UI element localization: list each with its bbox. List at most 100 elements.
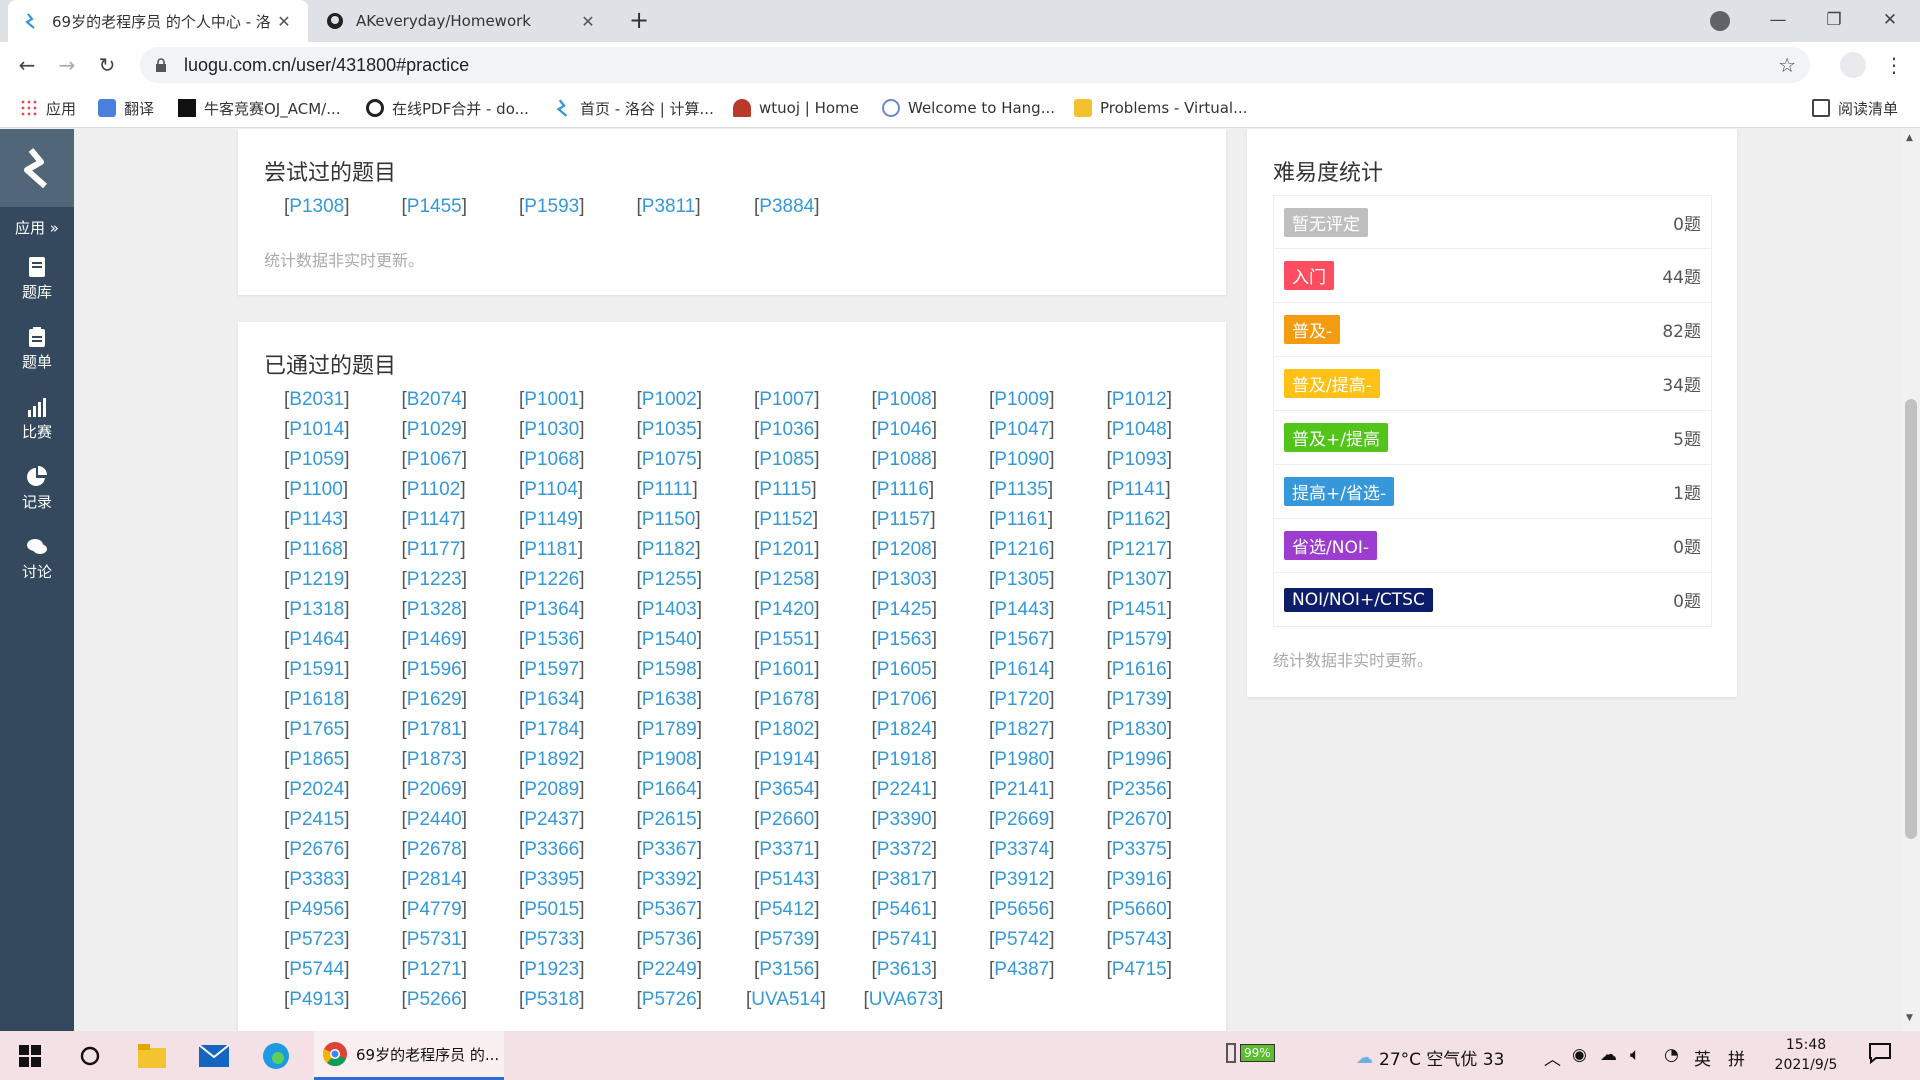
problem-link[interactable]: [P1634] (519, 689, 585, 711)
sidebar-item-training[interactable]: 题单 (0, 325, 74, 372)
reading-list[interactable]: 阅读清单 (1812, 97, 1898, 119)
file-explorer-icon[interactable] (136, 1040, 168, 1072)
problem-link[interactable]: [P1540] (637, 629, 703, 651)
problem-link[interactable]: [P1001] (519, 389, 585, 411)
problem-link[interactable]: [P1216] (989, 539, 1055, 561)
problem-link[interactable]: [P2437] (519, 809, 585, 831)
problem-link[interactable]: [P3916] (1107, 869, 1173, 891)
problem-link[interactable]: [P4715] (1107, 959, 1173, 981)
problem-link[interactable]: [P1598] (637, 659, 703, 681)
problem-link[interactable]: [P3912] (989, 869, 1055, 891)
scroll-thumb[interactable] (1905, 399, 1917, 839)
problem-link[interactable]: [P1616] (1107, 659, 1173, 681)
problem-link[interactable]: [P1181] (519, 539, 583, 561)
problem-link[interactable]: [P1149] (519, 509, 583, 531)
problem-link[interactable]: [P1157] (872, 509, 936, 531)
problem-link[interactable]: [P3367] (637, 839, 703, 861)
problem-link[interactable]: [P1308] (284, 196, 350, 218)
problem-link[interactable]: [P1403] (637, 599, 703, 621)
problem-link[interactable]: [P5461] (872, 899, 938, 921)
problem-link[interactable]: [P4913] (284, 989, 350, 1011)
close-window-icon[interactable]: ✕ (1862, 0, 1918, 42)
problem-link[interactable]: [P1464] (284, 629, 350, 651)
problem-link[interactable]: [P1443] (989, 599, 1055, 621)
problem-link[interactable]: [P5266] (402, 989, 468, 1011)
problem-link[interactable]: [P5723] (284, 929, 350, 951)
new-tab-button[interactable]: + (624, 6, 654, 36)
tab-close-icon[interactable]: ✕ (274, 12, 294, 31)
edge-browser-icon[interactable] (260, 1040, 292, 1072)
problem-link[interactable]: [P1048] (1107, 419, 1173, 441)
problem-link[interactable]: [P3613] (872, 959, 938, 981)
problem-link[interactable]: [P2356] (1107, 779, 1173, 801)
problem-link[interactable]: [P3156] (754, 959, 820, 981)
problem-link[interactable]: [P1182] (637, 539, 701, 561)
problem-link[interactable]: [P1739] (1107, 689, 1173, 711)
back-icon[interactable]: ← (12, 50, 42, 80)
reload-icon[interactable]: ↻ (92, 50, 122, 80)
bookmark-nowcoder[interactable]: 牛客竞赛OJ_ACM/... (178, 97, 341, 119)
problem-link[interactable]: [P1255] (637, 569, 703, 591)
problem-link[interactable]: [P1307] (1107, 569, 1173, 591)
page-scrollbar[interactable]: ▲ ▼ (1902, 129, 1920, 1031)
problem-link[interactable]: [P3392] (637, 869, 703, 891)
bookmark-apps[interactable]: 应用 (20, 97, 76, 119)
problem-link[interactable]: [P5412] (754, 899, 820, 921)
problem-link[interactable]: [P2814] (402, 869, 468, 891)
problem-link[interactable]: [P1201] (754, 539, 820, 561)
problem-link[interactable]: [P1088] (872, 449, 938, 471)
problem-link[interactable]: [P5736] (637, 929, 703, 951)
problem-link[interactable]: [P1036] (754, 419, 820, 441)
problem-link[interactable]: [P1618] (284, 689, 350, 711)
tab-luogu-profile[interactable]: 69岁的老程序员 的个人中心 - 洛 ✕ (8, 0, 308, 42)
problem-link[interactable]: [P2069] (402, 779, 468, 801)
problem-link[interactable]: [P1116] (872, 479, 935, 501)
problem-link[interactable]: [P3372] (872, 839, 938, 861)
bookmark-wtuoj[interactable]: wtuoj | Home (733, 97, 859, 119)
problem-link[interactable]: [P1455] (402, 196, 468, 218)
problem-link[interactable]: [P3811] (637, 196, 701, 218)
problem-link[interactable]: [P1135] (989, 479, 1053, 501)
problem-link[interactable]: [P5743] (1107, 929, 1173, 951)
onedrive-cloud-icon[interactable]: ☁ (1600, 1045, 1617, 1065)
qq-icon[interactable]: ◉ (1572, 1045, 1587, 1065)
bookmark-hdu[interactable]: Welcome to Hang... (882, 97, 1055, 119)
problem-link[interactable]: [P2241] (872, 779, 938, 801)
problem-link[interactable]: [P2660] (754, 809, 820, 831)
problem-link[interactable]: [P1914] (754, 749, 820, 771)
problem-link[interactable]: [P1551] (754, 629, 820, 651)
problem-link[interactable]: [P1161] (989, 509, 1053, 531)
bookmark-luogu[interactable]: 首页 - 洛谷 | 计算... (554, 97, 714, 119)
problem-link[interactable]: [P1075] (637, 449, 703, 471)
weather-widget[interactable]: ☁ 27°C 空气优 33 (1356, 1045, 1504, 1071)
sidebar-item-record[interactable]: 记录 (0, 465, 74, 512)
tab-search-icon[interactable] (1710, 11, 1730, 31)
problem-link[interactable]: [P1008] (872, 389, 938, 411)
problem-link[interactable]: [P4779] (402, 899, 468, 921)
problem-link[interactable]: [P5656] (989, 899, 1055, 921)
wifi-icon[interactable]: ◔ (1664, 1045, 1679, 1065)
problem-link[interactable]: [P1030] (519, 419, 585, 441)
problem-link[interactable]: [B2074] (402, 389, 468, 411)
ime-pinyin[interactable]: 拼 (1728, 1045, 1745, 1070)
minimize-icon[interactable]: — (1750, 0, 1806, 42)
problem-link[interactable]: [P1219] (284, 569, 350, 591)
problem-link[interactable]: [P1007] (754, 389, 820, 411)
problem-link[interactable]: [P3395] (519, 869, 585, 891)
problem-link[interactable]: [P1305] (989, 569, 1055, 591)
problem-link[interactable]: [P3366] (519, 839, 585, 861)
problem-link[interactable]: [P1678] (754, 689, 820, 711)
problem-link[interactable]: [P5143] (754, 869, 820, 891)
problem-link[interactable]: [P1177] (402, 539, 466, 561)
problem-link[interactable]: [P1469] (402, 629, 468, 651)
mail-icon[interactable] (198, 1040, 230, 1072)
problem-link[interactable]: [P1827] (989, 719, 1055, 741)
volume-icon[interactable]: 🔈︎ (1630, 1045, 1640, 1065)
problem-link[interactable]: [P1046] (872, 419, 938, 441)
forward-icon[interactable]: → (52, 50, 82, 80)
problem-link[interactable]: [P2669] (989, 809, 1055, 831)
problem-link[interactable]: [P1115] (754, 479, 817, 501)
problem-link[interactable]: [P3817] (872, 869, 938, 891)
problem-link[interactable]: [P5733] (519, 929, 585, 951)
problem-link[interactable]: [P1318] (284, 599, 350, 621)
